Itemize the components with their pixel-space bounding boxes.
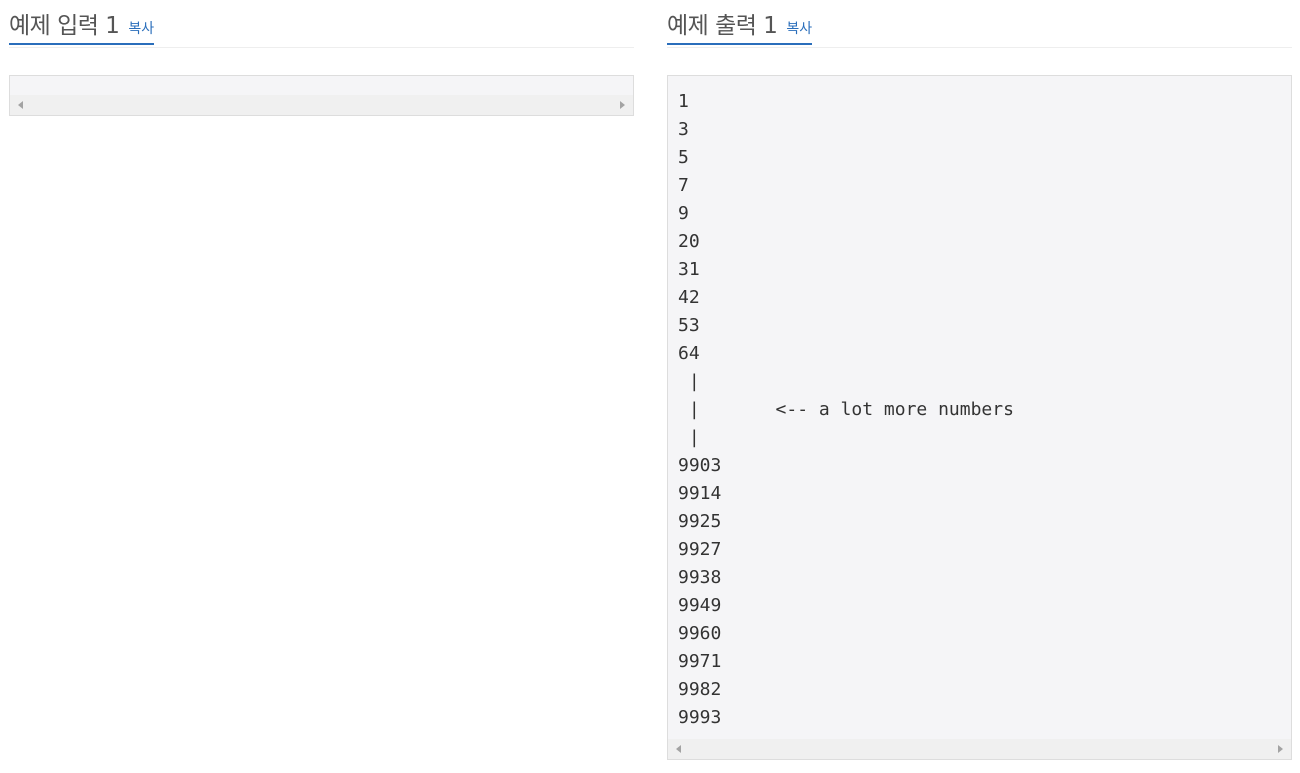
copy-output-button[interactable]: 복사 — [786, 18, 812, 38]
sample-input-panel: 예제 입력 1 복사 — [9, 0, 634, 116]
sample-output-title: 예제 출력 1 — [667, 13, 778, 39]
sample-input-box[interactable] — [9, 75, 634, 116]
scroll-left-icon[interactable] — [18, 101, 23, 109]
sample-output-headline: 예제 출력 1 복사 — [667, 0, 1292, 48]
sample-input-title-underline: 예제 입력 1 복사 — [9, 0, 155, 45]
sample-input-headline: 예제 입력 1 복사 — [9, 0, 634, 48]
output-horizontal-scrollbar[interactable] — [668, 739, 1291, 759]
scroll-left-icon[interactable] — [676, 745, 681, 753]
sample-output-title-underline: 예제 출력 1 복사 — [667, 0, 813, 45]
sample-input-title: 예제 입력 1 — [9, 13, 120, 39]
sample-output-panel: 예제 출력 1 복사 1 3 5 7 9 20 31 42 53 64 | | … — [667, 0, 1292, 760]
scroll-right-icon[interactable] — [1278, 745, 1283, 753]
sample-output-box[interactable]: 1 3 5 7 9 20 31 42 53 64 | | <-- a lot m… — [667, 75, 1292, 760]
sample-output-text: 1 3 5 7 9 20 31 42 53 64 | | <-- a lot m… — [678, 91, 1014, 728]
input-horizontal-scrollbar[interactable] — [10, 95, 633, 115]
scroll-right-icon[interactable] — [620, 101, 625, 109]
sample-input-text — [10, 76, 633, 88]
copy-input-button[interactable]: 복사 — [128, 18, 154, 38]
